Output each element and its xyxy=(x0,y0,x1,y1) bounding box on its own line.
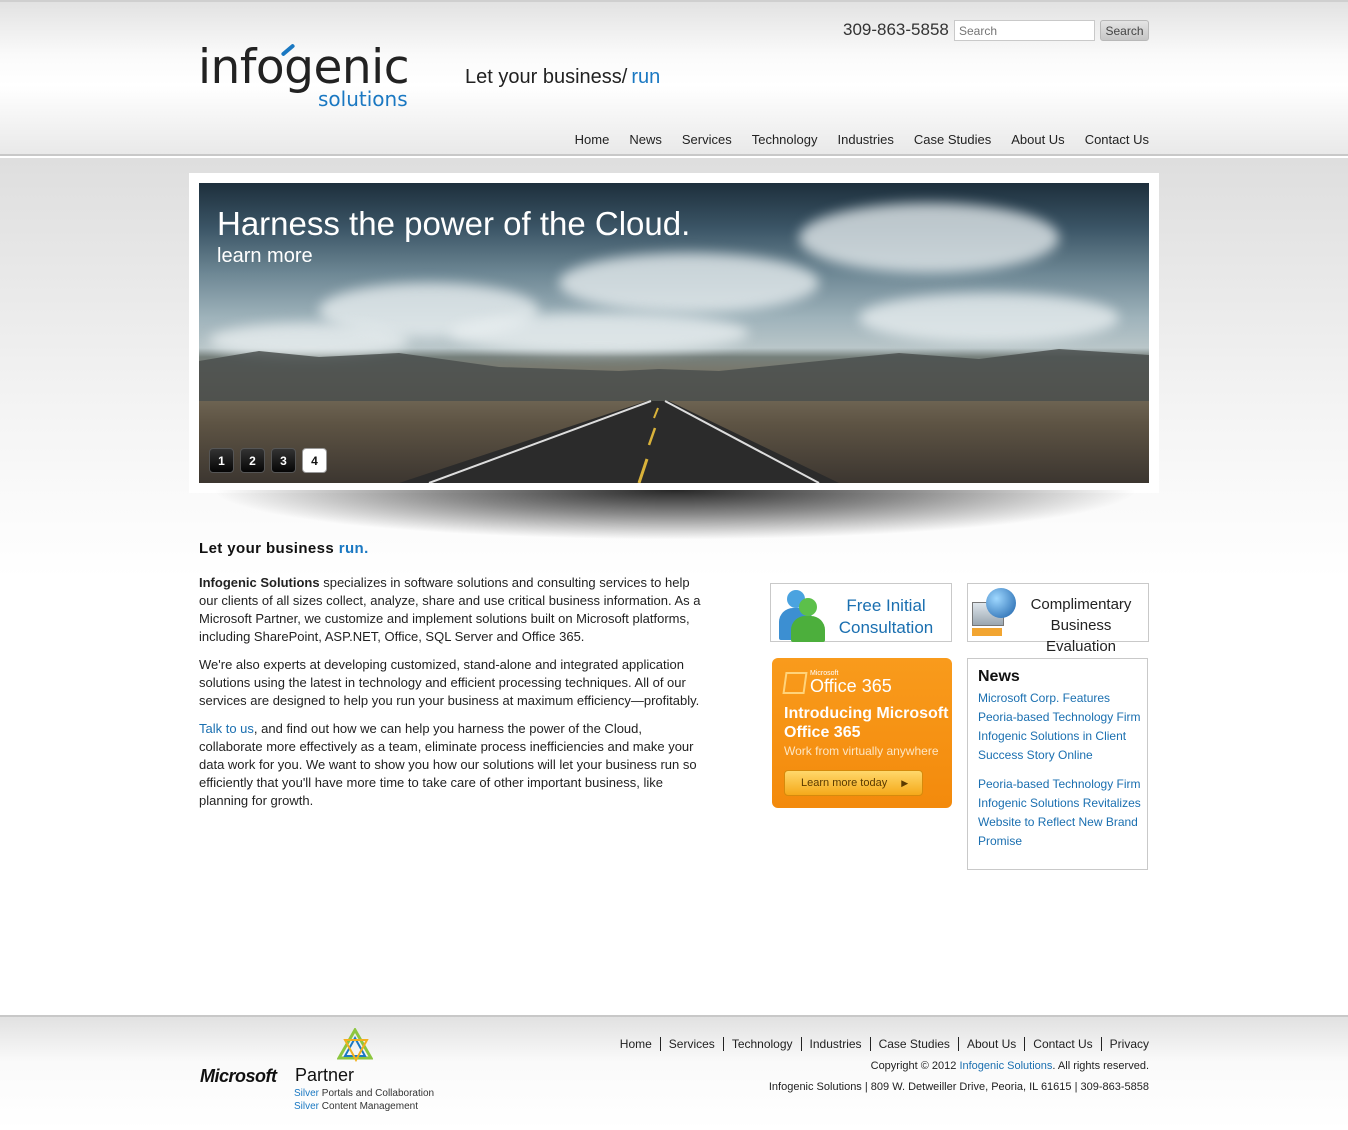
nav-technology[interactable]: Technology xyxy=(752,132,818,147)
nav-news[interactable]: News xyxy=(629,132,662,147)
header-phone: 309-863-5858 xyxy=(843,20,949,39)
globe-icon xyxy=(986,588,1016,618)
intro-paragraph-1: Infogenic Solutions specializes in softw… xyxy=(199,574,704,646)
paragraph-text: , and find out how we can help you harne… xyxy=(199,721,697,808)
intro-paragraph-2: We're also experts at developing customi… xyxy=(199,657,700,708)
silver-competency-2: Silver Content Management xyxy=(294,1101,418,1112)
keyboard-icon xyxy=(972,628,1002,636)
footer-nav-services[interactable]: Services xyxy=(659,1037,723,1051)
microsoft-word: Microsoft xyxy=(200,1066,277,1086)
slider-shadow xyxy=(210,490,1140,540)
silver-competency-1: Silver Portals and Collaboration xyxy=(294,1088,434,1099)
arrow-right-icon: ▶ xyxy=(901,777,909,788)
button-label: Learn more today xyxy=(801,777,888,789)
header-tagline: Let your business/run xyxy=(465,66,660,89)
business-evaluation-card[interactable]: Complimentary Business Evaluation xyxy=(967,583,1149,655)
slider-page-3[interactable]: 3 xyxy=(271,448,296,473)
search-button[interactable]: Search xyxy=(1100,20,1149,41)
office-logo-icon xyxy=(782,672,808,694)
slide-title: Harness the power of the Cloud. xyxy=(217,205,691,242)
news-panel: News Microsoft Corp. Features Peoria-bas… xyxy=(967,658,1148,870)
copyright-prefix: Copyright © 2012 xyxy=(870,1060,960,1072)
footer-nav-contact-us[interactable]: Contact Us xyxy=(1024,1037,1100,1051)
hero-slider[interactable]: Harness the power of the Cloud. learn mo… xyxy=(199,183,1149,483)
footer-nav-privacy[interactable]: Privacy xyxy=(1100,1037,1149,1051)
tagline-accent: run xyxy=(631,66,661,88)
news-list: Microsoft Corp. Features Peoria-based Te… xyxy=(978,689,1143,861)
slider-page-1[interactable]: 1 xyxy=(209,448,234,473)
competency-text: Portals and Collaboration xyxy=(319,1088,435,1099)
logo-subtitle: solutions xyxy=(318,87,408,111)
person-head-icon xyxy=(799,598,817,616)
consultation-label: Free Initial Consultation xyxy=(838,596,934,637)
copyright-suffix: . All rights reserved. xyxy=(1052,1060,1149,1072)
nav-contact-us[interactable]: Contact Us xyxy=(1085,132,1149,147)
copyright: Copyright © 2012 Infogenic Solutions. Al… xyxy=(871,1060,1149,1072)
search-input[interactable] xyxy=(954,20,1095,41)
footer-nav-case-studies[interactable]: Case Studies xyxy=(869,1037,958,1051)
heading-accent: run. xyxy=(338,540,369,557)
footer-nav-technology[interactable]: Technology xyxy=(722,1037,801,1051)
news-item[interactable]: Microsoft Corp. Features Peoria-based Te… xyxy=(978,689,1143,765)
footer-nav-industries[interactable]: Industries xyxy=(800,1037,870,1051)
slider-page-4[interactable]: 4 xyxy=(302,448,327,473)
person-body-icon xyxy=(791,616,825,642)
silver-label: Silver xyxy=(294,1101,320,1112)
news-title: News xyxy=(978,668,1020,685)
partner-word: Partner xyxy=(295,1065,355,1085)
nav-home[interactable]: Home xyxy=(575,132,610,147)
slide-learn-more-link[interactable]: learn more xyxy=(217,245,313,268)
footer-nav-about-us[interactable]: About Us xyxy=(957,1037,1024,1051)
office-brand: Office 365 xyxy=(810,676,892,696)
heading-prefix: Let your business xyxy=(199,540,335,557)
nav-about-us[interactable]: About Us xyxy=(1011,132,1064,147)
footer-address: Infogenic Solutions | 809 W. Detweiller … xyxy=(768,1081,1149,1093)
office-subtitle: Work from virtually anywhere xyxy=(784,744,939,758)
silver-label: Silver xyxy=(294,1088,320,1099)
company-name: Infogenic Solutions xyxy=(199,575,320,590)
office-title: Introducing Microsoft Office 365 xyxy=(784,705,949,741)
nav-case-studies[interactable]: Case Studies xyxy=(914,132,991,147)
footer-nav-home[interactable]: Home xyxy=(612,1037,660,1051)
free-consultation-card[interactable]: Free Initial Consultation xyxy=(770,583,952,642)
evaluation-label: Complimentary Business Evaluation xyxy=(1030,596,1132,655)
nav-services[interactable]: Services xyxy=(682,132,732,147)
learn-more-today-button[interactable]: Learn more today ▶ xyxy=(784,770,923,796)
main-heading: Let your business run. xyxy=(199,540,369,557)
copyright-company-link[interactable]: Infogenic Solutions xyxy=(959,1060,1052,1072)
footer-nav: Home Services Technology Industries Case… xyxy=(612,1037,1149,1051)
slider-pager: 1 2 3 4 xyxy=(209,448,327,473)
partner-emblem-icon xyxy=(337,1028,373,1062)
office365-banner[interactable]: Microsoft Office 365 Introducing Microso… xyxy=(772,658,952,808)
nav-industries[interactable]: Industries xyxy=(838,132,894,147)
news-item[interactable]: Peoria-based Technology Firm Infogenic S… xyxy=(978,775,1143,851)
intro-text: Infogenic Solutions specializes in softw… xyxy=(199,574,704,820)
intro-paragraph-3: Talk to us, and find out how we can help… xyxy=(199,720,704,810)
microsoft-partner-logo: Microsoft Partner Silver Portals and Col… xyxy=(200,1028,440,1118)
infogenic-logo[interactable]: infogenic solutions xyxy=(198,40,438,112)
slider-page-2[interactable]: 2 xyxy=(240,448,265,473)
main-nav: Home News Services Technology Industries… xyxy=(575,132,1149,147)
competency-text: Content Management xyxy=(319,1101,418,1112)
tagline-prefix: Let your business/ xyxy=(465,66,628,88)
talk-to-us-link[interactable]: Talk to us xyxy=(199,721,254,736)
